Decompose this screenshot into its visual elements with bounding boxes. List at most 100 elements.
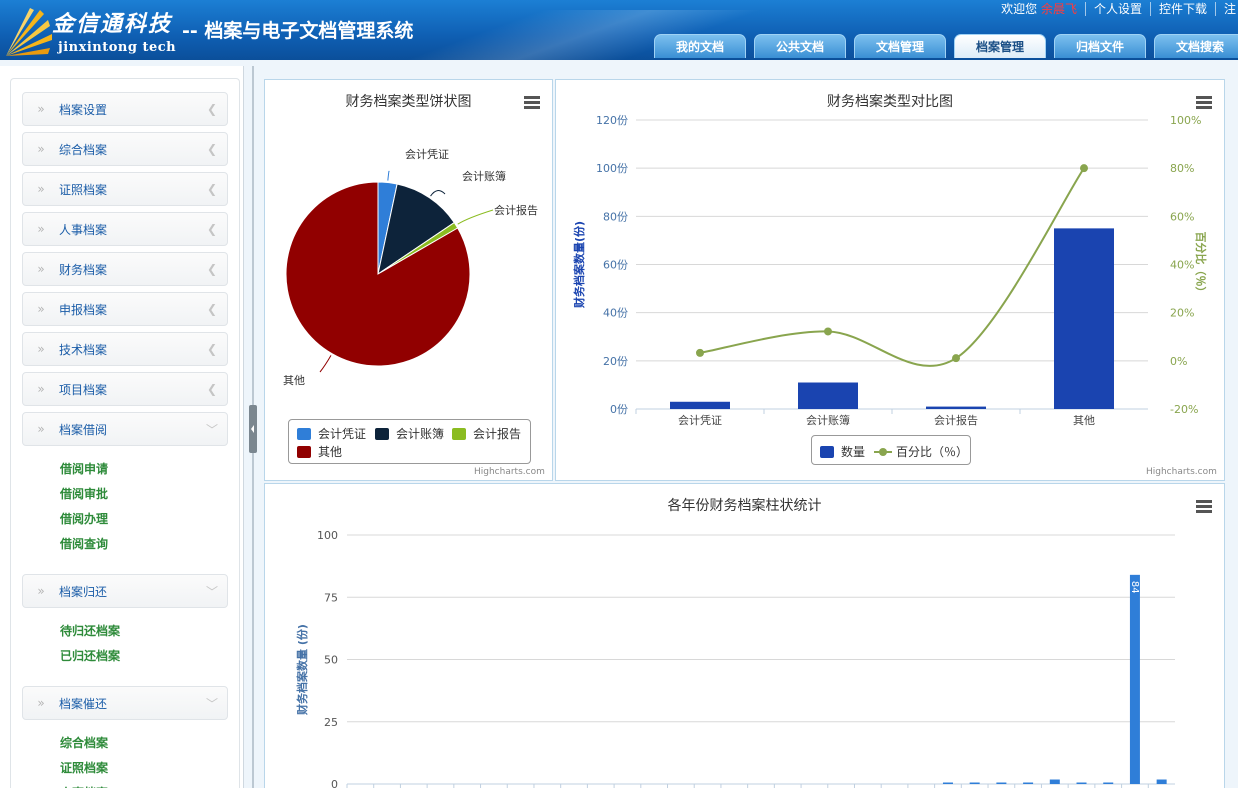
pie-connector — [319, 355, 332, 373]
tab-archive-management[interactable]: 档案管理 — [954, 34, 1046, 58]
line-point[interactable] — [952, 354, 960, 363]
sidebar-menu-label: 人事档案 — [59, 222, 108, 237]
pie-chart-title: 财务档案类型饼状图 — [345, 94, 472, 110]
chevron-left-icon: ❮ — [206, 342, 218, 356]
bar[interactable] — [1103, 782, 1114, 784]
y2-tick-label: 20% — [1170, 307, 1194, 320]
pie-chart-menu-icon[interactable] — [524, 96, 540, 110]
sidebar-menu-label: 档案借阅 — [59, 422, 108, 437]
sidebar-submenu-item[interactable]: 综合档案 — [60, 734, 108, 751]
bar[interactable] — [670, 401, 730, 409]
double-chevron-right-icon: » — [37, 342, 45, 356]
y-tick-label: 0份 — [610, 403, 628, 416]
sidebar-submenu-item[interactable]: 借阅查询 — [60, 535, 108, 552]
x-tick-label: 其他 — [1073, 414, 1095, 427]
y-axis-title: 财务档案数量 (份) — [295, 624, 309, 716]
line-point[interactable] — [696, 348, 704, 357]
tab-my-docs[interactable]: 我的文档 — [654, 34, 746, 58]
x-tick-label: 会计账簿 — [806, 413, 850, 427]
chart-credit[interactable]: Highcharts.com — [1146, 467, 1217, 477]
chevron-left-icon: ❮ — [206, 102, 218, 116]
x-tick-label: 会计报告 — [934, 413, 978, 427]
y2-tick-label: 60% — [1170, 210, 1194, 223]
sidebar-menu-item[interactable]: » 申报档案 ❮ — [22, 292, 228, 326]
combo-legend-item[interactable]: 百分比（％） — [874, 443, 968, 460]
sidebar-menu-item[interactable]: » 证照档案 ❮ — [22, 172, 228, 206]
sidebar-menu-item[interactable]: » 档案借阅 ﹀ — [22, 412, 228, 446]
y-tick-label: 120份 — [596, 114, 628, 127]
system-title: -- 档案与电子文档管理系统 — [182, 20, 414, 42]
bar[interactable] — [926, 406, 986, 409]
y-tick-label: 40份 — [603, 307, 628, 320]
bar[interactable] — [969, 782, 980, 784]
tab-archived-files[interactable]: 归档文件 — [1054, 34, 1146, 58]
tab-doc-search[interactable]: 文档搜索 — [1154, 34, 1238, 58]
sidebar-menu-item[interactable]: » 项目档案 ❮ — [22, 372, 228, 406]
bar[interactable] — [1076, 782, 1087, 784]
sidebar-submenu-item[interactable]: 人事档案 — [60, 784, 108, 788]
bar[interactable] — [798, 382, 858, 409]
y2-tick-label: -20% — [1170, 403, 1198, 416]
sidebar-submenu-item[interactable]: 借阅办理 — [60, 510, 108, 527]
pie-legend-item[interactable]: 会计报告 — [452, 425, 521, 442]
y-tick-label: 20份 — [603, 355, 628, 368]
double-chevron-right-icon: » — [37, 182, 45, 196]
sidebar-menu-item[interactable]: » 综合档案 ❮ — [22, 132, 228, 166]
chart-credit[interactable]: Highcharts.com — [474, 467, 545, 477]
app-header: 金信通科技 jinxintong tech -- 档案与电子文档管理系统 欢迎您… — [0, 0, 1238, 60]
line-point[interactable] — [1080, 164, 1088, 173]
sidebar-submenu-item[interactable]: 待归还档案 — [60, 622, 120, 639]
pie-legend-item[interactable]: 其他 — [297, 443, 342, 460]
combo-chart: 0份 -20% 20份 0% 40份 20% 60份 40% 80份 60% 100份 80% 120份… — [572, 114, 1208, 427]
sidebar-menu-label: 技术档案 — [59, 342, 108, 357]
link-plugin-download[interactable]: 控件下载 — [1149, 2, 1215, 16]
sidebar-menu-item[interactable]: » 档案催还 ﹀ — [22, 686, 228, 720]
combo-chart-panel: 财务档案类型对比图 0份 -20% 20份 0% 40份 20% 60份 40% 80份 60% 1… — [555, 79, 1225, 481]
double-chevron-right-icon: » — [37, 422, 45, 436]
sidebar-submenu-item[interactable]: 借阅申请 — [60, 460, 108, 477]
y-tick-label: 100 — [317, 529, 338, 542]
chevron-left-icon: ❮ — [206, 182, 218, 196]
bar[interactable] — [1054, 228, 1114, 409]
sidebar-menu-label: 申报档案 — [59, 302, 108, 317]
sidebar-submenu-item[interactable]: 借阅审批 — [60, 485, 108, 502]
link-personal-settings[interactable]: 个人设置 — [1084, 2, 1150, 16]
combo-legend-item[interactable]: 数量 — [820, 443, 865, 460]
sidebar-menu-item[interactable]: » 技术档案 ❮ — [22, 332, 228, 366]
y2-tick-label: 40% — [1170, 259, 1194, 272]
bar[interactable] — [996, 782, 1007, 784]
bar[interactable] — [1156, 779, 1167, 784]
double-chevron-right-icon: » — [37, 382, 45, 396]
sidebar-submenu-item[interactable]: 证照档案 — [60, 759, 108, 776]
tab-doc-management[interactable]: 文档管理 — [854, 34, 946, 58]
sidebar-menu-item[interactable]: » 档案设置 ❮ — [22, 92, 228, 126]
sidebar-menu-item[interactable]: » 财务档案 ❮ — [22, 252, 228, 286]
line-point[interactable] — [824, 327, 832, 336]
sidebar-menu-label: 档案设置 — [59, 102, 108, 117]
bar[interactable] — [1023, 782, 1034, 784]
sidebar-menu-label: 项目档案 — [59, 382, 108, 397]
y2-axis-title: 百分比（％） — [1194, 232, 1208, 298]
pie-legend-item[interactable]: 会计账簿 — [375, 425, 444, 442]
sidebar-collapse-handle[interactable] — [249, 405, 257, 453]
tab-public-docs[interactable]: 公共文档 — [754, 34, 846, 58]
sidebar-menu-label: 档案催还 — [59, 696, 108, 711]
line-series — [699, 167, 1085, 367]
bar[interactable] — [1129, 574, 1140, 784]
y2-tick-label: 0% — [1170, 355, 1187, 368]
pie-connector — [430, 190, 446, 197]
bar[interactable] — [942, 782, 953, 784]
logo-fan-icon — [6, 8, 52, 56]
sidebar-menu-item[interactable]: » 人事档案 ❮ — [22, 212, 228, 246]
bar[interactable] — [1049, 779, 1060, 784]
chevron-left-icon: ❮ — [206, 262, 218, 276]
chevron-left-icon: ❮ — [206, 302, 218, 316]
link-logout[interactable]: 注 — [1214, 2, 1238, 16]
pie-legend-item[interactable]: 会计凭证 — [297, 425, 366, 442]
y-tick-label: 75 — [324, 591, 338, 604]
logo-subtext: jinxintong tech — [58, 40, 177, 55]
sidebar-submenu-item[interactable]: 已归还档案 — [60, 647, 120, 664]
x-tick-label: 会计凭证 — [678, 413, 722, 427]
sidebar-menu-item[interactable]: » 档案归还 ﹀ — [22, 574, 228, 608]
user-name[interactable]: 余晨飞 — [1041, 2, 1077, 16]
